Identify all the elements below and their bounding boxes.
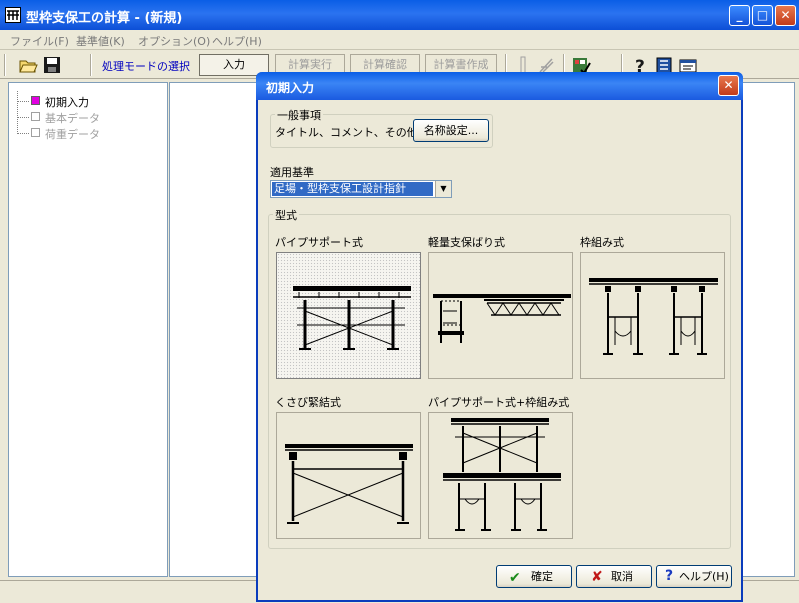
type-group-label: 型式 (273, 207, 299, 223)
frame-diagram (589, 278, 718, 355)
x-mark-icon: ✘ (591, 569, 603, 585)
name-settings-button[interactable]: 名称設定... (413, 119, 489, 142)
type-label-pipe-support: パイプサポート式 (275, 236, 363, 249)
type-button-light-support-beam[interactable] (428, 252, 573, 379)
type-button-wedge-bond[interactable] (276, 412, 421, 539)
minimize-button[interactable]: _ (729, 5, 750, 26)
general-groupbox: 一般事項 タイトル、コメント、その他: 名称設定... (270, 107, 493, 148)
type-label-wedge-bond: くさび緊結式 (275, 396, 341, 409)
wedge-bond-diagram (285, 444, 413, 524)
light-support-beam-diagram (433, 294, 571, 343)
help-button-label: ヘルプ(H) (679, 570, 729, 583)
navigation-tree: 初期入力 基本データ 荷重データ (8, 82, 168, 577)
window-titlebar: 型枠支保工の計算 - (新規) _ □ ✕ (0, 0, 799, 30)
initial-input-dialog: 初期入力 ✕ 一般事項 タイトル、コメント、その他: 名称設定... 適用基準 … (256, 72, 743, 602)
general-group-label: 一般事項 (275, 107, 323, 123)
pipe-support-diagram (293, 286, 411, 350)
minimize-icon: _ (736, 8, 743, 22)
type-label-pipe-support-frame: パイプサポート式+枠組み式 (428, 396, 570, 409)
app-icon (5, 7, 21, 23)
tree-connector (17, 133, 29, 134)
title-comment-label: タイトル、コメント、その他: (275, 126, 422, 139)
open-folder-icon[interactable] (18, 55, 38, 75)
menu-file[interactable]: ファイル(F) (10, 33, 69, 49)
tree-item-label: 荷重データ (45, 128, 100, 141)
type-button-frame[interactable] (580, 252, 725, 379)
toolbar-separator (4, 54, 6, 76)
save-icon[interactable] (42, 55, 62, 75)
help-button[interactable]: ? ヘルプ(H) (656, 565, 732, 588)
type-label-frame: 枠組み式 (580, 236, 624, 249)
tree-item-label: 初期入力 (45, 96, 89, 109)
dialog-close-button[interactable]: ✕ (718, 75, 739, 96)
tree-item-indicator (31, 128, 40, 137)
standard-label: 適用基準 (270, 166, 314, 179)
chevron-down-icon[interactable]: ▼ (435, 181, 451, 197)
type-groupbox: 型式 パイプサポート式 軽量支保ばり式 枠組み式 くさび緊結式 パイプサポート式… (268, 207, 731, 549)
standard-select-value: 足場・型枠支保工設計指針 (272, 182, 433, 196)
checkmark-icon: ✔ (509, 570, 521, 586)
tree-connector (17, 101, 29, 102)
maximize-button[interactable]: □ (752, 5, 773, 26)
tree-connector (17, 117, 29, 118)
ok-button[interactable]: ✔ 確定 (496, 565, 572, 588)
tree-connector (17, 91, 18, 134)
tree-item-label: 基本データ (45, 112, 100, 125)
cancel-button[interactable]: ✘ 取消 (576, 565, 652, 588)
tree-item-indicator (31, 96, 40, 105)
type-button-pipe-support[interactable] (276, 252, 421, 379)
ok-button-label: 確定 (531, 570, 553, 583)
tree-item-indicator (31, 112, 40, 121)
window-title: 型枠支保工の計算 - (新規) (26, 11, 183, 26)
cancel-button-label: 取消 (611, 570, 633, 583)
pipe-support-frame-diagram (443, 418, 561, 531)
maximize-icon: □ (756, 8, 769, 22)
mode-select-label: 処理モードの選択 (102, 60, 190, 73)
standard-select[interactable]: 足場・型枠支保工設計指針 ▼ (270, 180, 452, 198)
menu-options[interactable]: オプション(O) (138, 33, 210, 49)
menu-bar: ファイル(F) 基準値(K) オプション(O) ヘルプ(H) (0, 30, 799, 50)
type-button-pipe-support-frame[interactable] (428, 412, 573, 539)
dialog-titlebar: 初期入力 ✕ (256, 72, 743, 100)
dialog-title: 初期入力 (266, 81, 315, 95)
toolbar-separator (90, 54, 92, 76)
main-window: 型枠支保工の計算 - (新規) _ □ ✕ ファイル(F) 基準値(K) オプシ… (0, 0, 799, 603)
question-mark-icon: ? (665, 568, 674, 584)
menu-help[interactable]: ヘルプ(H) (212, 33, 262, 49)
close-icon: ✕ (780, 8, 791, 22)
close-icon: ✕ (723, 78, 734, 92)
close-button[interactable]: ✕ (775, 5, 796, 26)
type-label-light-support-beam: 軽量支保ばり式 (428, 236, 505, 249)
menu-standard-values[interactable]: 基準値(K) (76, 33, 125, 49)
